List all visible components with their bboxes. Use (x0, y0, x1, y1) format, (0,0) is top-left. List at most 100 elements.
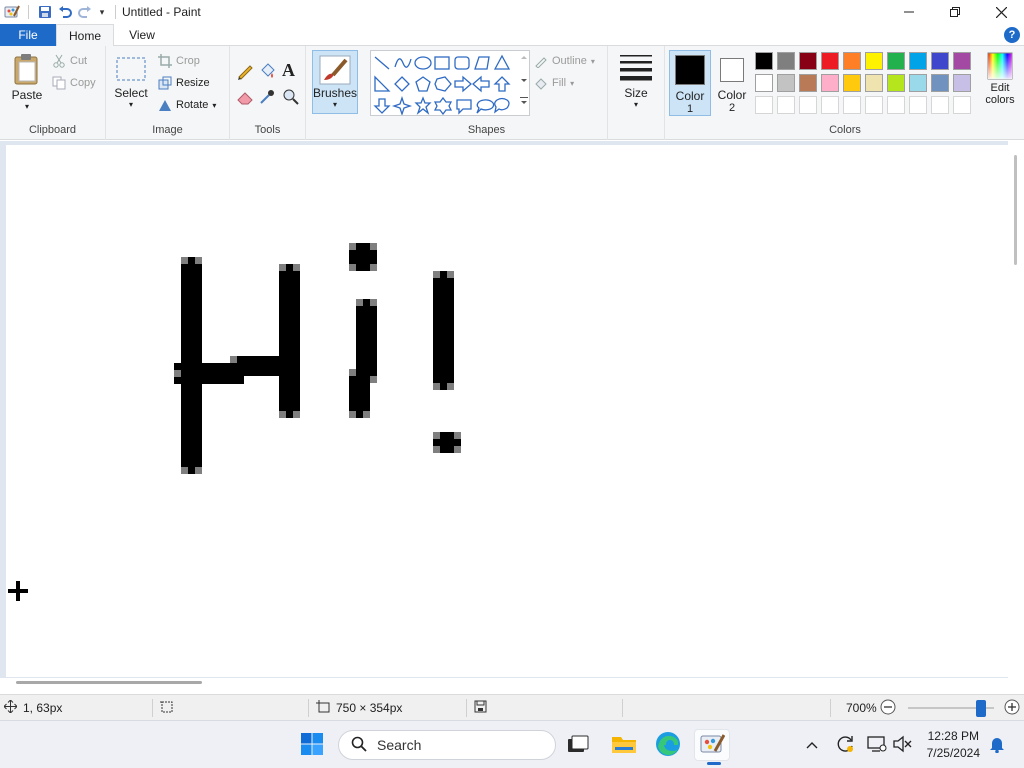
clock-date: 7/25/2024 (926, 746, 980, 760)
pencil-icon[interactable] (236, 62, 254, 80)
palette-swatch[interactable] (909, 74, 927, 92)
edit-colors-button[interactable]: Edit colors (979, 52, 1021, 106)
palette-swatch[interactable] (821, 52, 839, 70)
palette-swatch[interactable] (843, 96, 861, 114)
brushes-button[interactable]: Brushes ▾ (312, 50, 358, 114)
zoom-in-button[interactable] (1004, 695, 1020, 721)
start-button[interactable] (294, 729, 330, 761)
palette-swatch[interactable] (865, 74, 883, 92)
zoom-slider-thumb[interactable] (976, 700, 986, 717)
palette-swatch[interactable] (887, 74, 905, 92)
color1-number: 1 (686, 103, 694, 115)
network-tray-icon[interactable] (864, 721, 890, 768)
tools-group-label: Tools (254, 124, 281, 136)
show-hidden-icons-button[interactable] (800, 721, 824, 768)
palette-swatch[interactable] (931, 96, 949, 114)
window-controls (886, 0, 1024, 24)
save-icon[interactable] (35, 2, 55, 22)
color1-swatch (675, 55, 705, 85)
paste-label: Paste (11, 88, 43, 102)
horizontal-scroll-thumb[interactable] (16, 681, 202, 684)
notifications-button[interactable] (984, 721, 1010, 768)
brush-icon (318, 54, 352, 86)
palette-swatch[interactable] (887, 52, 905, 70)
palette-swatch[interactable] (799, 96, 817, 114)
palette-swatch[interactable] (931, 52, 949, 70)
tab-view[interactable]: View (116, 24, 168, 46)
taskbar: Search 12:28 PM 7/25/2024 (0, 720, 1024, 768)
status-bar: 1, 63px 750 × 354px 700% (0, 694, 1024, 720)
tools-group: A Tools (230, 46, 306, 140)
shapes-gallery-icons[interactable] (371, 51, 529, 117)
fill-bucket-icon[interactable] (258, 62, 276, 80)
drawing-canvas[interactable] (6, 145, 1008, 677)
palette-swatch[interactable] (755, 74, 773, 92)
tab-home[interactable]: Home (56, 24, 114, 47)
paint-app-icon[interactable] (2, 2, 22, 22)
palette-swatch[interactable] (821, 96, 839, 114)
palette-swatch[interactable] (953, 74, 971, 92)
fill-button[interactable]: Fill ▾ (534, 76, 574, 90)
paste-button[interactable]: Paste ▾ (8, 52, 46, 111)
size-button[interactable]: Size ▾ (616, 52, 656, 109)
undo-icon[interactable] (55, 2, 75, 22)
palette-swatch[interactable] (755, 52, 773, 70)
divider (466, 699, 467, 717)
outline-button[interactable]: Outline ▾ (534, 54, 595, 68)
select-button[interactable]: Select ▾ (114, 56, 148, 109)
palette-swatch[interactable] (777, 52, 795, 70)
help-icon[interactable]: ? (1004, 27, 1020, 43)
palette-swatch[interactable] (777, 74, 795, 92)
rotate-icon (158, 98, 172, 112)
palette-swatch[interactable] (865, 96, 883, 114)
redo-icon[interactable] (75, 2, 95, 22)
color1-button[interactable]: Color 1 (669, 50, 711, 116)
windows-logo-icon (300, 732, 324, 759)
palette-swatch[interactable] (777, 96, 795, 114)
network-icon (867, 735, 887, 756)
palette-swatch[interactable] (931, 74, 949, 92)
minimize-icon[interactable] (886, 0, 932, 24)
file-explorer-button[interactable] (606, 729, 642, 761)
color-picker-icon[interactable] (258, 88, 276, 106)
volume-tray-icon[interactable] (890, 721, 914, 768)
palette-swatch[interactable] (755, 96, 773, 114)
ribbon-tabs: File Home View ? (0, 24, 1024, 47)
restore-icon[interactable] (932, 0, 978, 24)
magnifier-icon[interactable] (282, 88, 300, 106)
clipboard-group: Paste ▾ Cut Copy Clipboard (0, 46, 106, 140)
palette-swatch[interactable] (799, 52, 817, 70)
crop-button[interactable]: Crop (158, 54, 200, 68)
text-tool-icon[interactable]: A (282, 60, 295, 81)
palette-swatch[interactable] (821, 74, 839, 92)
resize-button[interactable]: Resize (158, 76, 210, 90)
eraser-icon[interactable] (236, 88, 254, 106)
palette-swatch[interactable] (909, 96, 927, 114)
palette-swatch[interactable] (799, 74, 817, 92)
vertical-scroll-thumb[interactable] (1014, 155, 1017, 265)
palette-swatch[interactable] (953, 52, 971, 70)
divider (308, 699, 309, 717)
palette-swatch[interactable] (887, 96, 905, 114)
palette-swatch[interactable] (865, 52, 883, 70)
task-view-button[interactable] (560, 729, 596, 761)
paint-taskbar-button[interactable] (694, 729, 730, 765)
tab-file[interactable]: File (0, 24, 56, 46)
taskbar-search[interactable]: Search (338, 730, 556, 760)
color2-button[interactable]: Color 2 (713, 50, 751, 116)
rotate-button[interactable]: Rotate ▾ (158, 98, 216, 112)
vertical-scrollbar[interactable] (1008, 141, 1024, 694)
copy-button[interactable]: Copy (52, 76, 96, 90)
palette-swatch[interactable] (909, 52, 927, 70)
palette-swatch[interactable] (843, 52, 861, 70)
customize-dropdown-icon[interactable]: ▾ (95, 2, 109, 22)
system-clock[interactable]: 12:28 PM 7/25/2024 (927, 728, 980, 762)
sync-tray-icon[interactable] (832, 721, 858, 768)
close-icon[interactable] (978, 0, 1024, 24)
zoom-out-button[interactable] (880, 695, 896, 721)
horizontal-scrollbar[interactable] (0, 678, 1008, 694)
cut-button[interactable]: Cut (52, 54, 87, 68)
edge-button[interactable] (650, 729, 686, 761)
palette-swatch[interactable] (953, 96, 971, 114)
palette-swatch[interactable] (843, 74, 861, 92)
